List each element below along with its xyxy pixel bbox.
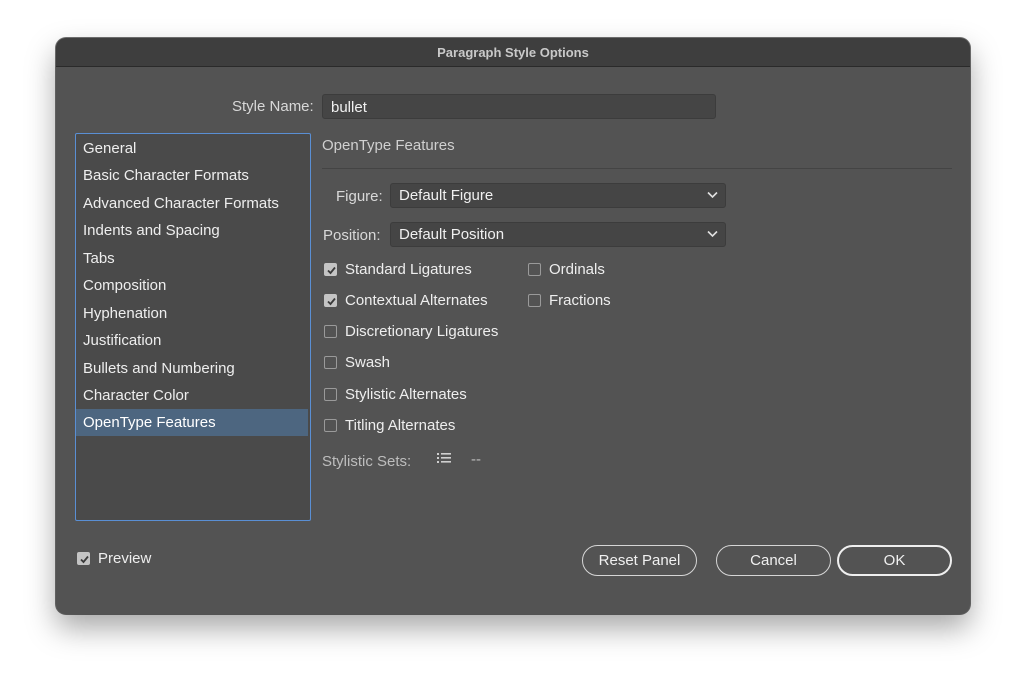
discretionary-ligatures-label: Discretionary Ligatures	[345, 322, 499, 340]
position-select-value: Default Position	[399, 226, 505, 243]
chevron-down-icon	[707, 191, 718, 199]
cancel-button[interactable]: Cancel	[716, 545, 831, 576]
figure-select[interactable]: Default Figure	[390, 183, 726, 208]
checkbox-unchecked-icon	[324, 324, 337, 338]
discretionary-ligatures-checkbox[interactable]: Discretionary Ligatures	[324, 321, 498, 341]
position-label: Position:	[323, 227, 381, 244]
checkbox-unchecked-icon	[528, 262, 541, 276]
style-name-input[interactable]: bullet	[322, 94, 716, 119]
sidebar-item-indents-and-spacing[interactable]: Indents and Spacing	[76, 217, 308, 244]
checkbox-checked-icon	[324, 293, 337, 307]
checkbox-unchecked-icon	[324, 355, 337, 369]
titling-alternates-checkbox[interactable]: Titling Alternates	[324, 415, 455, 435]
swash-label: Swash	[345, 353, 391, 371]
chevron-down-icon	[707, 230, 718, 238]
figure-select-value: Default Figure	[399, 187, 494, 204]
checkbox-checked-icon	[77, 551, 90, 565]
checkbox-unchecked-icon	[324, 387, 337, 401]
ordinals-label: Ordinals	[549, 260, 605, 278]
stylistic-alternates-checkbox[interactable]: Stylistic Alternates	[324, 384, 467, 404]
category-list: General Basic Character Formats Advanced…	[75, 133, 311, 521]
sidebar-item-bullets-and-numbering[interactable]: Bullets and Numbering	[76, 355, 308, 382]
sidebar-item-composition[interactable]: Composition	[76, 272, 308, 299]
fractions-checkbox[interactable]: Fractions	[528, 290, 611, 310]
sidebar-item-general[interactable]: General	[76, 135, 308, 162]
paragraph-style-options-dialog: Paragraph Style Options Style Name: bull…	[56, 38, 970, 614]
preview-checkbox[interactable]: Preview	[77, 548, 151, 568]
sidebar-item-hyphenation[interactable]: Hyphenation	[76, 300, 308, 327]
position-select[interactable]: Default Position	[390, 222, 726, 247]
standard-ligatures-checkbox[interactable]: Standard Ligatures	[324, 259, 472, 279]
ordinals-checkbox[interactable]: Ordinals	[528, 259, 605, 279]
figure-label: Figure:	[336, 188, 383, 205]
checkbox-unchecked-icon	[528, 293, 541, 307]
stylistic-alternates-label: Stylistic Alternates	[345, 385, 467, 403]
list-icon[interactable]	[437, 452, 451, 464]
style-name-label: Style Name:	[232, 98, 314, 115]
sidebar-item-opentype-features[interactable]: OpenType Features	[76, 409, 308, 436]
titling-alternates-label: Titling Alternates	[345, 416, 456, 434]
sidebar-item-justification[interactable]: Justification	[76, 327, 308, 354]
stylistic-sets-label: Stylistic Sets:	[322, 453, 412, 470]
sidebar-item-character-color[interactable]: Character Color	[76, 382, 308, 409]
window-title: Paragraph Style Options	[56, 38, 970, 67]
checkbox-checked-icon	[324, 262, 337, 276]
contextual-alternates-label: Contextual Alternates	[345, 291, 488, 309]
section-title: OpenType Features	[322, 137, 455, 154]
sidebar-item-tabs[interactable]: Tabs	[76, 245, 308, 272]
checkbox-unchecked-icon	[324, 418, 337, 432]
fractions-label: Fractions	[549, 291, 611, 309]
preview-label: Preview	[98, 549, 152, 567]
swash-checkbox[interactable]: Swash	[324, 352, 390, 372]
standard-ligatures-label: Standard Ligatures	[345, 260, 472, 278]
section-divider	[322, 168, 952, 169]
sidebar-item-basic-character-formats[interactable]: Basic Character Formats	[76, 162, 308, 189]
ok-button[interactable]: OK	[837, 545, 952, 576]
sidebar-item-advanced-character-formats[interactable]: Advanced Character Formats	[76, 190, 308, 217]
contextual-alternates-checkbox[interactable]: Contextual Alternates	[324, 290, 488, 310]
reset-panel-button[interactable]: Reset Panel	[582, 545, 697, 576]
stylistic-sets-value: --	[471, 451, 481, 468]
